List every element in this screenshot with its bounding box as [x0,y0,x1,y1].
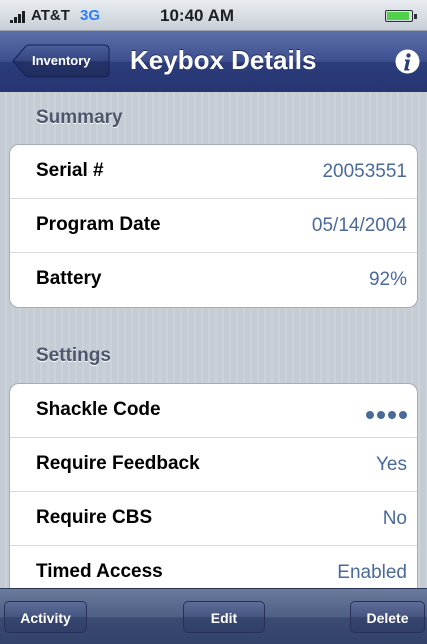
table-row[interactable]: Timed Access Enabled [10,546,417,588]
status-bar: AT&T 3G 10:40 AM [0,0,427,31]
row-label: Require Feedback [36,453,200,474]
table-row: Serial # 20053551 [10,145,417,199]
carrier-name: AT&T [31,7,70,24]
row-label: Battery [36,268,102,289]
row-value: 05/14/2004 [311,215,407,236]
edit-button[interactable]: Edit [183,601,265,633]
row-label: Serial # [36,160,104,181]
row-label: Program Date [36,214,161,235]
table-row[interactable]: Require Feedback Yes [10,438,417,492]
row-label: Timed Access [36,561,163,582]
section-header-settings: Settings [36,345,111,366]
info-button[interactable] [394,48,421,75]
table-row[interactable]: Require CBS No [10,492,417,546]
battery-icon [385,10,417,22]
navigation-bar: Inventory Keybox Details [0,31,427,93]
bottom-toolbar: Activity Edit Delete [0,588,427,644]
info-icon [395,49,420,74]
signal-strength-icon [10,9,28,23]
status-time: 10:40 AM [160,6,235,25]
section-header-summary: Summary [36,107,123,128]
row-value: 92% [368,269,407,290]
row-value: Yes [376,454,407,475]
table-row: Battery 92% [10,253,417,307]
delete-button[interactable]: Delete [350,601,425,633]
details-list[interactable]: Summary Serial # 20053551 Program Date 0… [0,92,427,588]
settings-group: Shackle Code Require Feedback Yes Requir… [9,383,418,588]
row-value: No [382,508,407,529]
table-row: Program Date 05/14/2004 [10,199,417,253]
row-value: Enabled [337,562,407,583]
row-label: Shackle Code [36,399,161,420]
row-label: Require CBS [36,507,153,528]
summary-group: Serial # 20053551 Program Date 05/14/200… [9,144,418,308]
page-title: Keybox Details [130,45,317,75]
activity-button[interactable]: Activity [4,601,87,633]
back-button[interactable]: Inventory [12,44,110,78]
masked-code-dots [363,406,407,424]
table-row[interactable]: Shackle Code [10,384,417,438]
back-button-label: Inventory [32,53,91,68]
network-type: 3G [80,7,101,24]
phone-screen: AT&T 3G 10:40 AM Inventory Keybox Detail… [0,0,427,644]
row-value: 20053551 [322,161,407,182]
